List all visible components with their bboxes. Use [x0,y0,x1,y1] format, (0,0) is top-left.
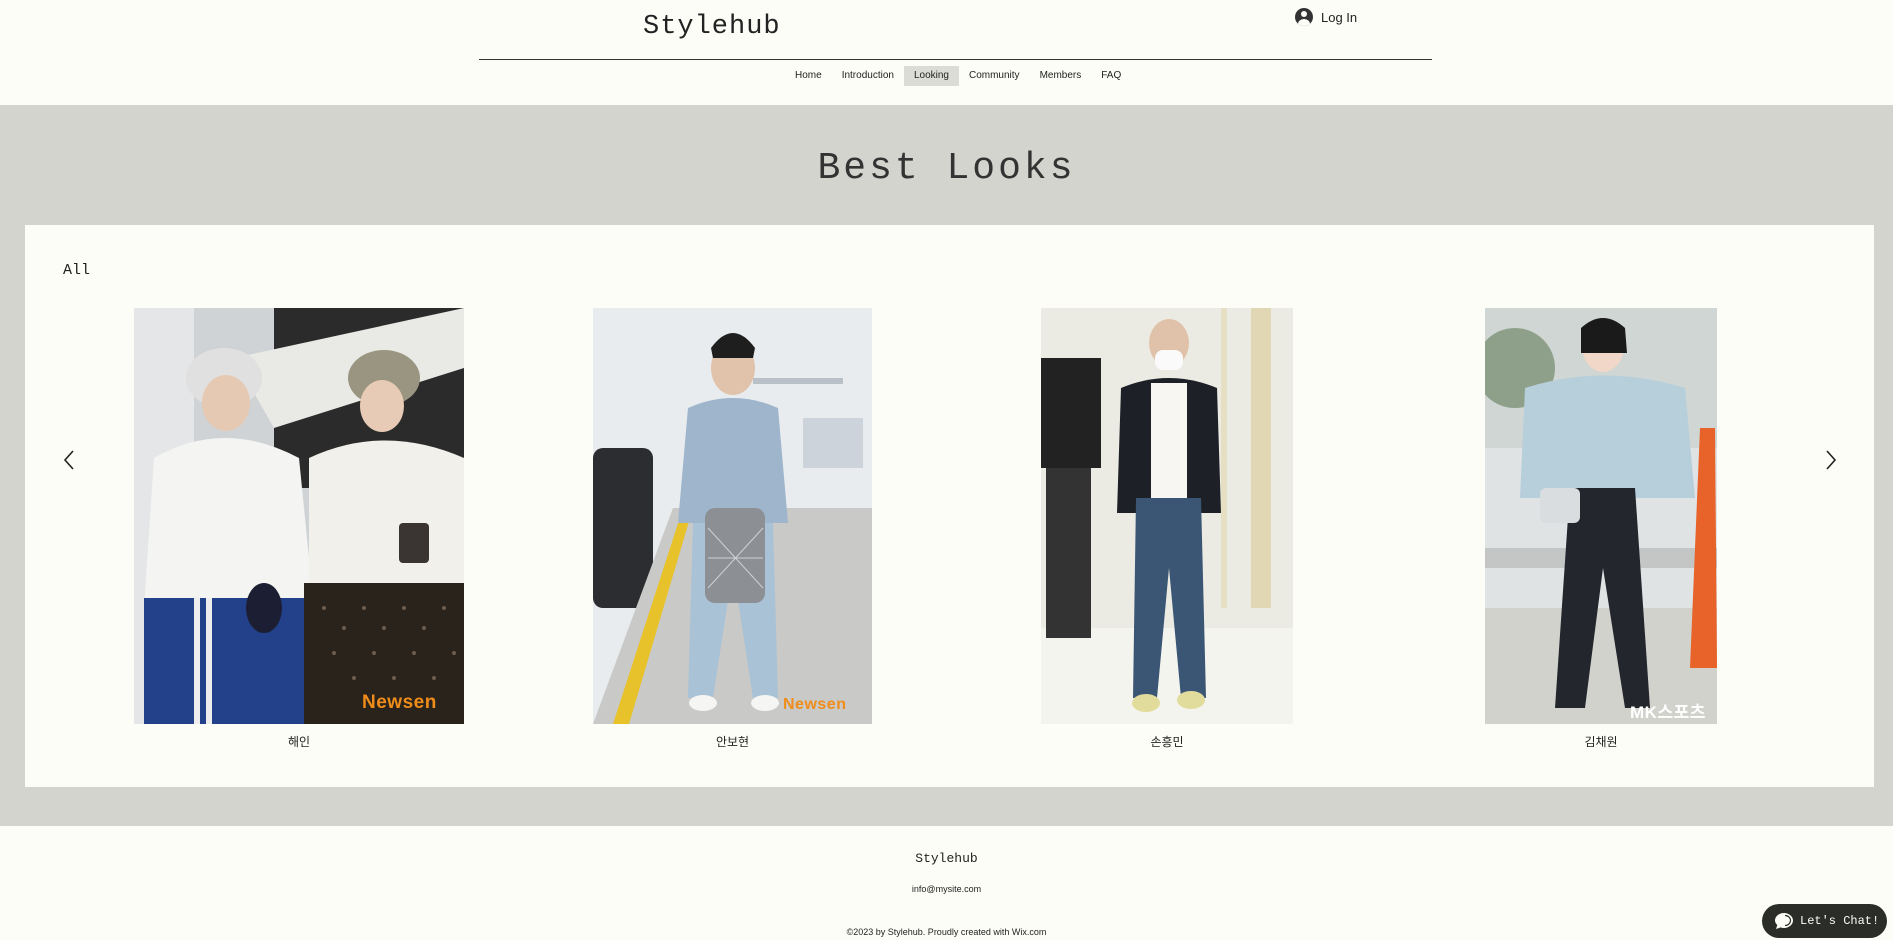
nav-item-introduction[interactable]: Introduction [832,66,904,86]
gallery-caption: 손흥민 [1150,735,1184,749]
user-avatar-icon [1295,8,1313,26]
gallery-item[interactable]: Newsen 안보현 [593,308,872,749]
gallery-item[interactable]: MK스포츠 김채원 [1485,308,1717,749]
gallery-prev-button[interactable] [59,445,79,475]
photo-watermark: Newsen [362,692,437,713]
gallery-caption: 안보현 [715,735,750,749]
gallery-caption: 김채원 [1584,735,1618,749]
gallery-photo: Newsen [593,308,872,724]
gallery-panel: All Newsen 해인 Newsen 안보현 손흥민 MK스포츠 김채원 [25,225,1874,787]
footer-brand: Stylehub [915,851,978,866]
nav-item-faq[interactable]: FAQ [1091,66,1131,86]
gallery-caption: 해인 [287,735,311,749]
site-logo[interactable]: Stylehub [643,12,781,42]
gallery-photo: MK스포츠 [1485,308,1717,724]
login-label: Log In [1321,9,1358,25]
chat-bubble-icon [1775,913,1793,929]
chat-label: Let's Chat! [1800,914,1880,928]
login-button[interactable]: Log In [1295,8,1357,26]
main-nav: Home Introduction Looking Community Memb… [785,66,1131,86]
site-footer: Stylehub info@mysite.com ©2023 by Styleh… [0,826,1893,940]
photo-watermark: MK스포츠 [1630,703,1706,722]
footer-email-link[interactable]: info@mysite.com [0,884,1893,894]
gallery-next-button[interactable] [1821,445,1841,475]
gallery-item[interactable]: Newsen 해인 [134,308,464,749]
chevron-right-icon [1826,450,1837,470]
footer-copyright: ©2023 by Stylehub. Proudly created with … [846,927,1047,937]
gallery-photo [1041,308,1293,724]
page-title: Best Looks [817,147,1076,190]
best-looks-section: Best Looks All Newsen 해인 Newsen 안보현 손흥민 … [0,105,1893,826]
nav-item-looking[interactable]: Looking [903,66,959,86]
gallery-photo: Newsen [134,308,464,724]
nav-item-members[interactable]: Members [1030,66,1092,86]
gallery-item[interactable]: 손흥민 [1041,308,1293,749]
photo-watermark: Newsen [783,696,847,713]
site-header: Stylehub Log In Home Introduction Lookin… [0,0,1893,105]
nav-item-community[interactable]: Community [959,66,1030,86]
chevron-left-icon [63,450,74,470]
chat-button[interactable]: Let's Chat! [1762,904,1887,938]
filter-all-tab[interactable]: All [63,262,90,279]
nav-item-home[interactable]: Home [785,66,832,86]
header-divider [479,59,1432,60]
